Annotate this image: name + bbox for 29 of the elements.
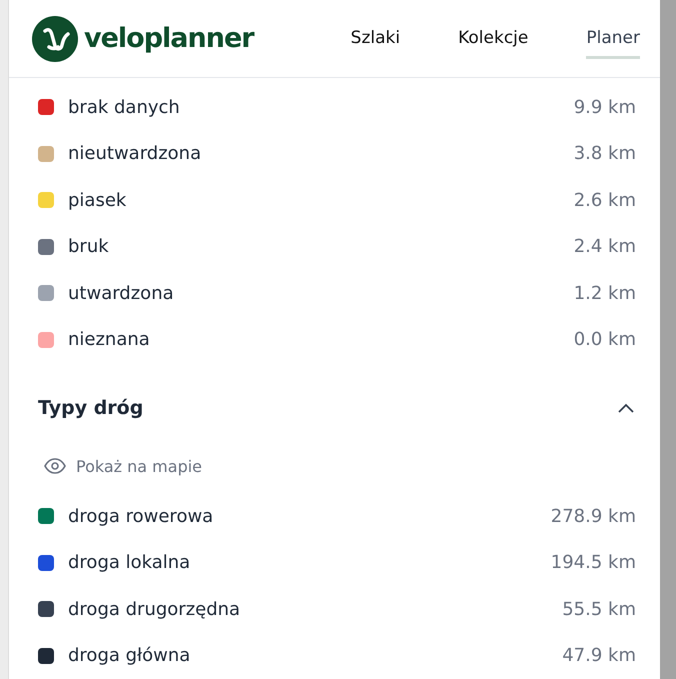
legend-label: droga lokalna (68, 552, 192, 574)
section-title: Typy dróg (38, 397, 144, 419)
legend-label: nieutwardzona (68, 143, 202, 164)
legend-label: piasek (68, 190, 128, 211)
distance-value: 55.5 km (562, 598, 636, 620)
legend-label: brak danych (68, 96, 181, 118)
nav-link[interactable]: Kolekcje (458, 18, 528, 59)
nav-link[interactable]: Planer (586, 18, 640, 59)
distance-value: 9.9 km (574, 96, 636, 118)
distance-value: 47.9 km (562, 645, 636, 666)
distance-value: 194.5 km (550, 552, 636, 574)
eye-icon (44, 458, 66, 474)
legend-label: bruk (68, 236, 110, 258)
distance-value: 3.8 km (574, 143, 636, 164)
nav-link[interactable]: Szlaki (350, 18, 400, 59)
logo-text: veloplanner (84, 23, 254, 54)
distance-value: 0.0 km (574, 329, 636, 350)
legend-label: droga drugorzędna (68, 598, 242, 620)
distance-value: 278.9 km (550, 506, 636, 527)
legend-label: nieznana (68, 329, 151, 350)
legend-label: utwardzona (68, 282, 175, 304)
legend-label: droga rowerowa (68, 506, 214, 527)
logo-icon (32, 16, 78, 62)
chevron-up-icon[interactable] (618, 403, 634, 413)
distance-value: 2.6 km (574, 190, 636, 211)
show-on-map-button[interactable]: Pokaż na mapie (38, 449, 636, 483)
legend-label: droga główna (68, 645, 192, 666)
distance-value: 2.4 km (574, 236, 636, 258)
distance-value: 1.2 km (574, 282, 636, 304)
